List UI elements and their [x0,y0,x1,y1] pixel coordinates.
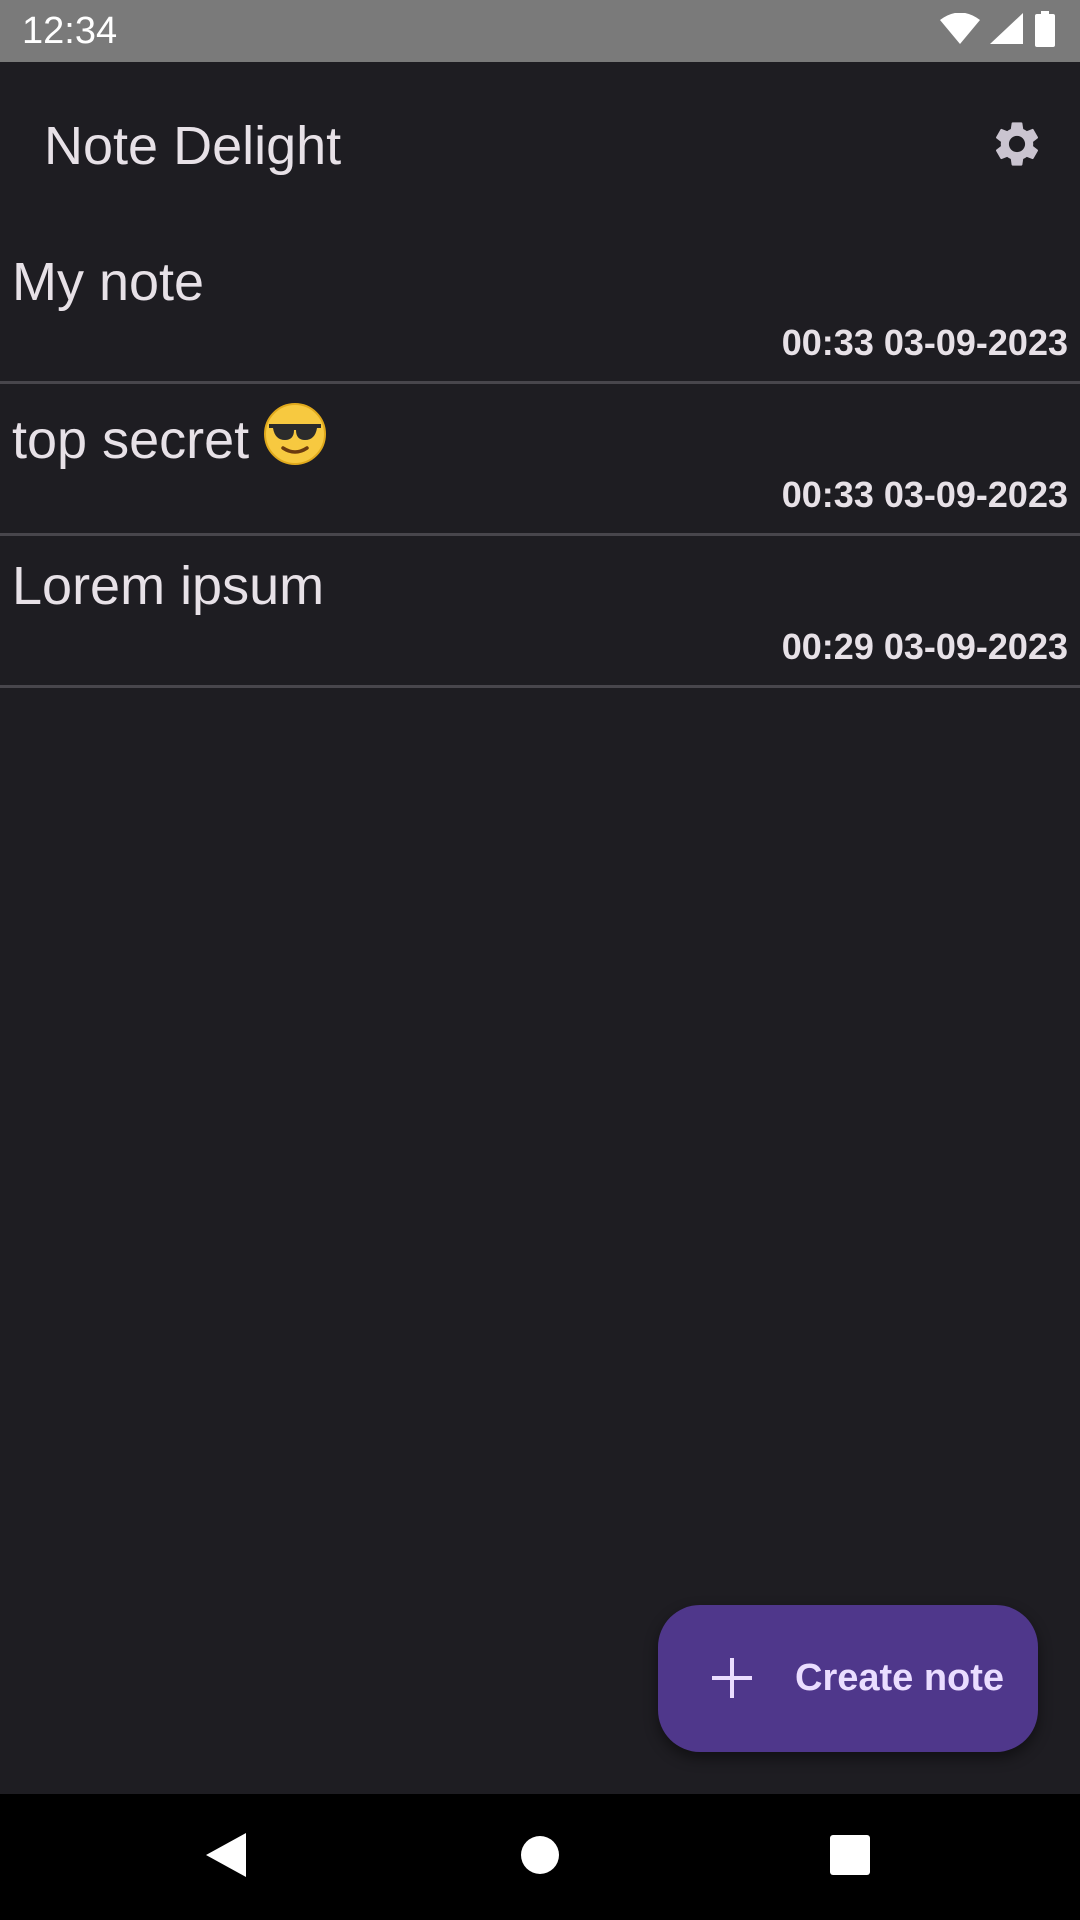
home-button[interactable] [508,1825,572,1889]
note-title: Lorem ipsum [12,554,324,618]
cellular-signal-icon [990,12,1024,50]
gear-icon [990,117,1044,176]
system-navigation-bar [0,1794,1080,1920]
status-time: 12:34 [22,10,118,52]
top-app-bar: Note Delight [0,62,1080,232]
note-title: My note [12,250,204,314]
recents-icon [829,1834,871,1881]
note-list-item[interactable]: My note 00:33 03-09-2023 [0,232,1080,384]
notes-list: My note 00:33 03-09-2023 top secret 00:3… [0,232,1080,688]
battery-icon [1034,10,1056,52]
note-title-text: top secret [12,410,250,470]
note-datetime: 00:33 03-09-2023 [781,474,1068,515]
create-note-label: Create note [795,1657,1005,1699]
home-icon [519,1834,561,1881]
recents-button[interactable] [818,1825,882,1889]
plus-icon [710,1656,754,1700]
status-icons [940,10,1056,52]
note-title: top secret [12,402,327,480]
settings-button[interactable] [982,111,1052,181]
sunglasses-emoji-icon [263,402,327,480]
note-list-item[interactable]: Lorem ipsum 00:29 03-09-2023 [0,536,1080,688]
app-screen: 12:34 Note Delight My note 00:33 03-09-2… [0,0,1080,1920]
note-datetime: 00:29 03-09-2023 [781,626,1068,667]
status-bar: 12:34 [0,0,1080,62]
note-title-text: My note [12,252,205,312]
back-button[interactable] [194,1825,258,1889]
note-datetime: 00:33 03-09-2023 [781,322,1068,363]
note-list-item[interactable]: top secret 00:33 03-09-2023 [0,384,1080,536]
create-note-button[interactable]: Create note [658,1605,1038,1752]
back-icon [204,1831,248,1884]
app-title: Note Delight [44,116,342,176]
wifi-icon [940,12,980,50]
note-title-text: Lorem ipsum [12,556,325,616]
